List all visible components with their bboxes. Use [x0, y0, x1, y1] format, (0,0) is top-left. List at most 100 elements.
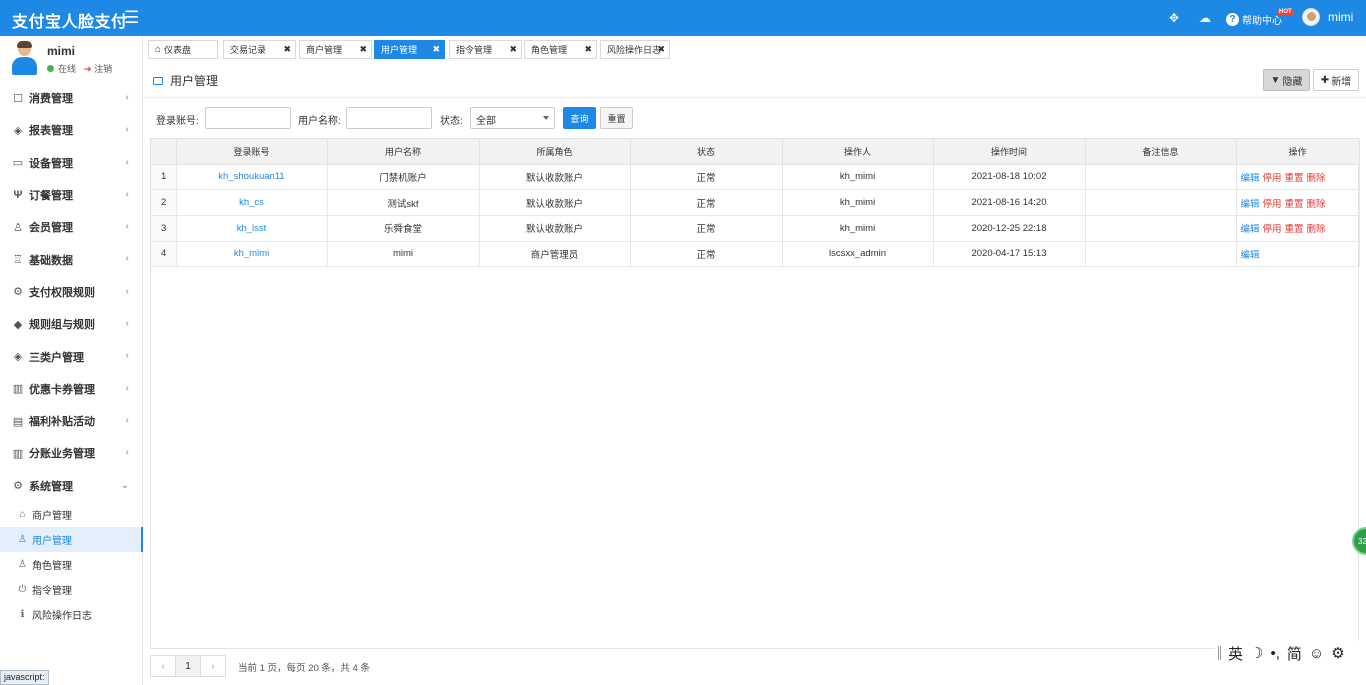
sidebar-subitem-risk-log[interactable]: ℹ 风险操作日志 — [0, 602, 143, 627]
disable-link[interactable]: 停用 — [1263, 224, 1282, 235]
punctuation-icon[interactable]: •, — [1270, 645, 1279, 662]
hide-button[interactable]: ▼ 隐藏 — [1263, 69, 1310, 91]
disable-link[interactable]: 停用 — [1263, 199, 1282, 210]
col-header-role[interactable]: 所属角色 — [479, 139, 631, 165]
add-button[interactable]: ✚ 新增 — [1313, 69, 1359, 91]
edit-link[interactable]: 编辑 — [1241, 199, 1260, 210]
user-profile: mimi 在线 ➔ 注销 — [0, 36, 143, 82]
operation-time: 2020-04-17 15:13 — [933, 241, 1086, 268]
query-button[interactable]: 查询 — [563, 107, 596, 129]
close-icon[interactable]: ✖ — [283, 44, 291, 55]
sidebar-item-reports[interactable]: ◈ 报表管理 ‹ — [0, 114, 143, 146]
table-row[interactable]: 3 kh_lsst 乐舜食堂 默认收款账户 正常 kh_mimi 2020-12… — [151, 215, 1360, 242]
row-actions: 编辑 停用 重置 删除 — [1236, 215, 1360, 242]
help-center-link[interactable]: ? 帮助中心 — [1226, 12, 1282, 27]
close-icon[interactable]: ✖ — [359, 44, 367, 55]
power-icon: ⏻ — [18, 583, 27, 595]
menu-toggle-icon[interactable]: ☰ — [124, 8, 139, 28]
page-1-button[interactable]: 1 — [175, 655, 201, 677]
drag-handle[interactable] — [1218, 646, 1221, 660]
col-header-name[interactable]: 用户名称 — [327, 139, 480, 165]
ime-simplified-toggle[interactable]: 简 — [1287, 643, 1302, 664]
edit-link[interactable]: 编辑 — [1241, 173, 1260, 184]
row-index: 1 — [151, 164, 177, 191]
next-page-button[interactable]: › — [200, 655, 226, 677]
tab-roles[interactable]: 角色管理 ✖ — [524, 40, 597, 59]
operator: kh_mimi — [782, 164, 934, 191]
status-select[interactable]: 全部 — [470, 107, 555, 129]
fullscreen-icon[interactable]: ✥ — [1169, 11, 1179, 25]
theme-icon[interactable]: ☁ — [1199, 11, 1211, 25]
chevron-left-icon: ‹ — [125, 414, 129, 426]
close-icon[interactable]: ✖ — [509, 44, 517, 55]
tab-dashboard[interactable]: ⌂ 仪表盘 — [148, 40, 218, 59]
account-link[interactable]: kh_mimi — [234, 248, 269, 259]
delete-link[interactable]: 删除 — [1307, 173, 1326, 184]
account-input[interactable] — [205, 107, 291, 129]
reset-password-link[interactable]: 重置 — [1285, 224, 1304, 235]
sidebar: mimi 在线 ➔ 注销 ☐ 消费管理 ‹ ◈ 报表管理 ‹ ▭ 设备管理 ‹ Ψ 订餐管理 ‹… — [0, 36, 143, 685]
avatar-icon — [11, 41, 37, 76]
ime-language-toggle[interactable]: 英 — [1228, 643, 1243, 664]
sidebar-subitem-commands[interactable]: ⏻ 指令管理 — [0, 577, 143, 602]
col-header-operator[interactable]: 操作人 — [782, 139, 934, 165]
sidebar-item-basic-data[interactable]: ♖ 基础数据 ‹ — [0, 243, 143, 275]
gear-icon[interactable]: ⚙ — [1331, 644, 1344, 662]
account-link[interactable]: kh_lsst — [237, 223, 267, 234]
reset-password-link[interactable]: 重置 — [1285, 173, 1304, 184]
edit-link[interactable]: 编辑 — [1241, 250, 1260, 261]
sidebar-item-members[interactable]: ♙ 会员管理 ‹ — [0, 211, 143, 243]
chevron-left-icon: ‹ — [125, 253, 129, 265]
sidebar-item-rule-groups[interactable]: ◆ 规则组与规则 ‹ — [0, 308, 143, 340]
close-icon[interactable]: ✖ — [657, 44, 665, 55]
table-row[interactable]: 4 kh_mimi mimi 商户管理员 正常 lscsxx_admin 202… — [151, 241, 1360, 268]
sidebar-item-coupons[interactable]: ▥ 优惠卡券管理 ‹ — [0, 373, 143, 405]
tab-transactions[interactable]: 交易记录 ✖ — [223, 40, 296, 59]
delete-link[interactable]: 删除 — [1307, 199, 1326, 210]
col-header-time[interactable]: 操作时间 — [933, 139, 1086, 165]
reset-button[interactable]: 重置 — [600, 107, 633, 129]
moon-icon[interactable]: ☽ — [1250, 644, 1263, 662]
col-header-account[interactable]: 登录账号 — [176, 139, 328, 165]
edit-link[interactable]: 编辑 — [1241, 224, 1260, 235]
sidebar-item-system[interactable]: ⚙ 系统管理 ⌄ — [0, 470, 143, 502]
reset-password-link[interactable]: 重置 — [1285, 199, 1304, 210]
delete-link[interactable]: 删除 — [1307, 224, 1326, 235]
sidebar-subitem-roles[interactable]: ♙ 角色管理 — [0, 552, 143, 577]
layers-icon: ◈ — [13, 124, 23, 137]
smile-icon[interactable]: ☺ — [1309, 645, 1324, 662]
sidebar-subitem-users[interactable]: ♙ 用户管理 — [0, 526, 143, 552]
logout-link[interactable]: ➔ 注销 — [84, 62, 112, 75]
sidebar-item-ordering[interactable]: Ψ 订餐管理 ‹ — [0, 179, 143, 211]
chevron-left-icon: ‹ — [125, 350, 129, 362]
sidebar-item-payment-rules[interactable]: ⚙ 支付权限规则 ‹ — [0, 276, 143, 308]
user-menu[interactable]: mimi — [1302, 8, 1353, 26]
prev-page-button[interactable]: ‹ — [150, 655, 176, 677]
account-link[interactable]: kh_shoukuan11 — [218, 171, 284, 182]
table-row[interactable]: 1 kh_shoukuan11 门禁机账户 默认收款账户 正常 kh_mimi … — [151, 164, 1360, 191]
account-link[interactable]: kh_cs — [239, 197, 264, 208]
username-input[interactable] — [346, 107, 432, 129]
close-icon[interactable]: ✖ — [584, 44, 592, 55]
sidebar-item-devices[interactable]: ▭ 设备管理 ‹ — [0, 147, 143, 179]
layers-icon: ◈ — [13, 351, 23, 364]
monitor-icon: ▭ — [12, 157, 24, 170]
sidebar-item-split-business[interactable]: ▥ 分账业务管理 ‹ — [0, 437, 143, 469]
table-row[interactable]: 2 kh_cs 测试skf 默认收款账户 正常 kh_mimi 2021-08-… — [151, 189, 1360, 216]
sidebar-item-consumption[interactable]: ☐ 消费管理 ‹ — [0, 82, 143, 114]
tab-users[interactable]: 用户管理 ✖ — [374, 40, 445, 59]
col-header-note[interactable]: 备注信息 — [1085, 139, 1237, 165]
sidebar-item-subsidies[interactable]: ▤ 福利补贴活动 ‹ — [0, 405, 143, 437]
chevron-left-icon: ‹ — [125, 447, 129, 459]
sidebar-subitem-merchants[interactable]: ⌂ 商户管理 — [0, 502, 143, 527]
row-index: 2 — [151, 189, 177, 216]
close-icon[interactable]: ✖ — [432, 44, 440, 55]
tab-merchants[interactable]: 商户管理 ✖ — [299, 40, 372, 59]
operation-time: 2020-12-25 22:18 — [933, 215, 1086, 242]
tab-risk-log[interactable]: 风险操作日志 ✖ — [600, 40, 670, 59]
disable-link[interactable]: 停用 — [1263, 173, 1282, 184]
profile-status: 在线 ➔ 注销 — [47, 62, 112, 75]
sidebar-item-class3-accounts[interactable]: ◈ 三类户管理 ‹ — [0, 340, 143, 372]
tab-commands[interactable]: 指令管理 ✖ — [449, 40, 522, 59]
col-header-status[interactable]: 状态 — [630, 139, 783, 165]
